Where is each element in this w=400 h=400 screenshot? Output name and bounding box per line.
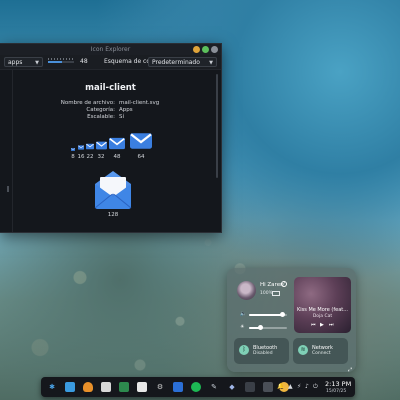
media-title: Kiss Me More (feat... [296, 307, 348, 313]
volume-slider[interactable] [249, 312, 287, 317]
monitor-app-icon[interactable] [263, 382, 273, 392]
size-label-128: 128 [107, 212, 119, 218]
document-viewer-icon[interactable] [137, 382, 147, 392]
terminal-icon[interactable] [119, 382, 129, 392]
window-title: Icon Explorer [90, 46, 131, 53]
network-tile[interactable]: ≋ Network Connect [293, 338, 348, 364]
volume-tray-icon[interactable]: ♪ [305, 383, 309, 390]
taskbar: ✱ ⚙ ✎ ◆ 🔔 ▲ ⚡ ♪ ⏻ [41, 377, 355, 397]
diamond-app-icon[interactable]: ◆ [227, 382, 237, 392]
size-label-64: 64 [137, 154, 145, 160]
spotify-icon[interactable] [191, 382, 201, 392]
next-track-icon[interactable]: ⏭ [329, 322, 334, 328]
meta-key: Escalable: [87, 114, 115, 120]
brightness-slider[interactable] [249, 325, 287, 330]
size-label-48: 48 [113, 154, 121, 160]
color-scheme-combo[interactable]: Predeterminado ▼ [148, 57, 217, 67]
icon-explorer-window: Icon Explorer apps ▼ 48 Esquema de color… [0, 43, 222, 233]
meta-key: Categoría: [86, 107, 115, 113]
mail-icon-128[interactable] [91, 168, 135, 210]
close-button[interactable] [211, 46, 218, 53]
desktop-icon[interactable] [245, 382, 255, 392]
battery-percent: 100% [260, 291, 273, 296]
media-artist: Doja Cat [312, 314, 333, 319]
sidebar-strip [0, 70, 13, 232]
size-value: 48 [80, 58, 88, 65]
color-scheme-value: Predeterminado [152, 59, 200, 66]
maximize-button[interactable] [202, 46, 209, 53]
clock-time[interactable]: 2:13 PM [325, 380, 351, 388]
files-icon[interactable] [65, 382, 75, 392]
bluetooth-icon: ᛒ [239, 345, 249, 355]
splitter-handle[interactable] [7, 186, 9, 192]
bluetooth-tile[interactable]: ᛒ Bluetooth Disabled [234, 338, 289, 364]
size-slider-ticks [48, 58, 74, 60]
mail-icon-48[interactable] [109, 137, 125, 150]
meta-value: Sí [119, 114, 125, 120]
size-slider-fill [48, 61, 63, 63]
volume-slider-knob[interactable] [279, 312, 285, 317]
theme-combo-value: apps [8, 59, 23, 66]
mail-icon-8[interactable] [71, 148, 75, 151]
notifications-icon[interactable]: 🔔 [277, 383, 284, 390]
avatar[interactable] [237, 281, 256, 300]
brightness-slider-knob[interactable] [257, 325, 263, 330]
app-launcher-icon[interactable]: ✱ [47, 382, 57, 392]
previous-track-icon[interactable]: ⏮ [311, 322, 316, 328]
tray-expand-icon[interactable]: ▲ [288, 383, 293, 390]
media-player-card[interactable]: Kiss Me More (feat... Doja Cat ⏮ ▶ ⏭ [294, 277, 351, 333]
theme-combo[interactable]: apps ▼ [4, 57, 43, 67]
mail-icon-32[interactable] [96, 141, 107, 150]
meta-key: Nombre de archivo: [60, 100, 115, 106]
battery-icon [272, 291, 280, 296]
gitlab-icon[interactable] [83, 382, 93, 392]
expand-icon[interactable]: ⤢ [348, 367, 352, 373]
chevron-down-icon: ▼ [35, 60, 39, 66]
settings-gear-icon[interactable]: ⚙ [155, 382, 165, 392]
meta-value: mail-client.svg [119, 100, 160, 106]
power-icon[interactable]: ⏻ [313, 383, 318, 391]
volume-icon[interactable]: 🔈 [240, 311, 246, 317]
mail-icon-64[interactable] [130, 132, 152, 150]
help-icon[interactable]: ? [281, 281, 287, 287]
minimize-button[interactable] [193, 46, 200, 53]
clock-date: 15/07/25 [326, 389, 347, 394]
network-status: Connect [312, 351, 331, 356]
mail-icon-22[interactable] [86, 143, 94, 150]
brightness-icon[interactable]: ☀ [240, 324, 244, 330]
volume-slider-fill [249, 314, 283, 316]
store-icon[interactable] [101, 382, 111, 392]
inkscape-icon[interactable]: ✎ [209, 382, 219, 392]
toolbar: apps ▼ 48 Esquema de color: Predetermina… [0, 55, 221, 70]
outlook-icon[interactable] [173, 382, 183, 392]
titlebar[interactable]: Icon Explorer [0, 44, 221, 55]
chevron-down-icon: ▼ [209, 60, 213, 66]
meta-value: Apps [119, 107, 133, 113]
mail-icon-16[interactable] [78, 145, 84, 150]
power-status-icon[interactable]: ⚡ [297, 383, 301, 390]
size-slider[interactable] [48, 61, 74, 63]
bluetooth-status: Disabled [253, 351, 273, 356]
wifi-icon: ≋ [298, 345, 308, 355]
icon-name: mail-client [85, 83, 136, 93]
play-icon[interactable]: ▶ [320, 322, 324, 328]
